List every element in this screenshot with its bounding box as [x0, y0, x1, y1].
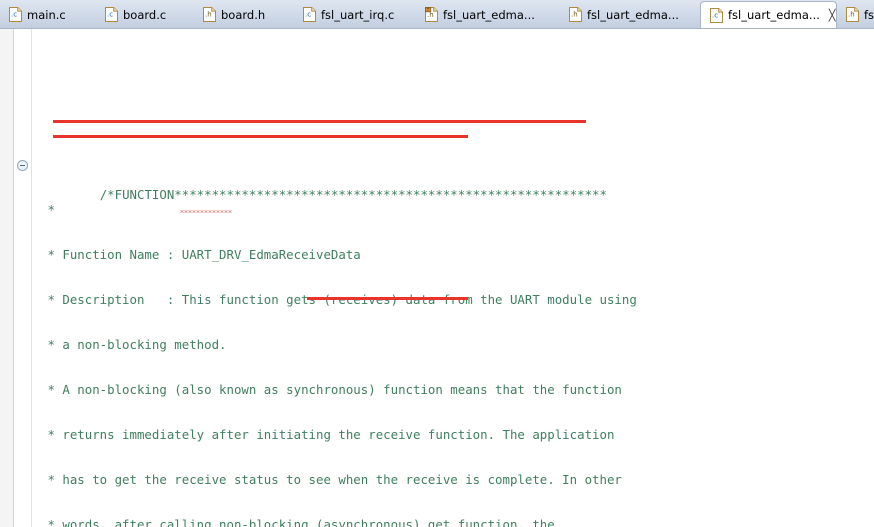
svg-text:.h: .h — [571, 11, 578, 19]
svg-text:.c: .c — [305, 11, 311, 19]
code-spacer — [0, 89, 874, 97]
code-line[interactable]: * — [0, 202, 874, 217]
editor-tab-label: main.c — [27, 7, 66, 22]
c-file-icon: .c — [710, 7, 723, 23]
editor-tab-board-c[interactable]: .c board.c — [96, 1, 194, 28]
editor-tab-label: fsl_edma_dri — [864, 7, 874, 22]
h-file-icon: .h — [569, 7, 582, 22]
fold-collapse-icon-comment[interactable] — [17, 160, 28, 171]
spellcheck-squiggle-duplex — [180, 210, 232, 213]
code-line[interactable]: * words, after calling non-blocking (asy… — [0, 517, 874, 527]
code-line[interactable]: * Function Name : UART_DRV_EdmaReceiveDa… — [0, 247, 874, 262]
editor-tab-label: fsl_uart_edma... — [728, 8, 820, 22]
editor-tab-label: fsl_uart_irq.c — [321, 7, 395, 22]
editor-tab-fsl-uart-edma-c-active[interactable]: .c fsl_uart_edma... ╳ — [700, 1, 837, 28]
code-line[interactable]: * a non-blocking method. — [0, 337, 874, 352]
editor-tab-fsl-edma-driver[interactable]: .h fsl_edma_dri — [837, 1, 874, 28]
code-line[interactable]: * A non-blocking (also known as synchron… — [0, 382, 874, 397]
h-file-linked-icon: .h — [425, 7, 438, 22]
code-line[interactable]: * returns immediately after initiating t… — [0, 427, 874, 442]
editor-tab-bar[interactable]: .c main.c .c board.c .h board.h .c fsl_u… — [0, 0, 874, 29]
svg-text:.h: .h — [205, 11, 212, 19]
code-line[interactable]: * has to get the receive status to see w… — [0, 472, 874, 487]
editor-tab-label: fsl_uart_edma... — [587, 7, 679, 22]
editor-tab-fsl-uart-edma-h[interactable]: .h fsl_uart_edma... — [560, 1, 700, 28]
source-code-area[interactable]: /*FUNCTION******************************… — [0, 29, 874, 527]
close-icon[interactable]: ╳ — [829, 10, 836, 21]
editor-tab-board-h[interactable]: .h board.h — [194, 1, 294, 28]
c-file-icon: .c — [105, 7, 118, 22]
svg-text:.c: .c — [107, 11, 113, 19]
h-file-icon: .h — [203, 7, 216, 22]
editor-tab-label: board.c — [123, 7, 167, 22]
c-file-icon: .c — [303, 7, 316, 22]
source-editor[interactable]: /*FUNCTION******************************… — [0, 29, 874, 527]
editor-tab-fsl-uart-edma-linked[interactable]: .h fsl_uart_edma... — [416, 1, 560, 28]
c-file-icon: .c — [9, 7, 22, 22]
svg-text:.c: .c — [11, 11, 17, 19]
svg-text:.h: .h — [848, 11, 855, 19]
code-editor-window: .c main.c .c board.c .h board.h .c fsl_u… — [0, 0, 874, 527]
code-line[interactable]: * Description : This function gets (rece… — [0, 292, 874, 307]
editor-tab-label: fsl_uart_edma... — [443, 7, 535, 22]
svg-text:.c: .c — [712, 11, 718, 19]
editor-tab-label: board.h — [221, 7, 266, 22]
h-file-icon: .h — [846, 7, 859, 22]
editor-tab-main-c[interactable]: .c main.c — [0, 1, 96, 28]
editor-tab-fsl-uart-irq-c[interactable]: .c fsl_uart_irq.c — [294, 1, 416, 28]
code-line[interactable]: /*FUNCTION******************************… — [0, 157, 874, 202]
